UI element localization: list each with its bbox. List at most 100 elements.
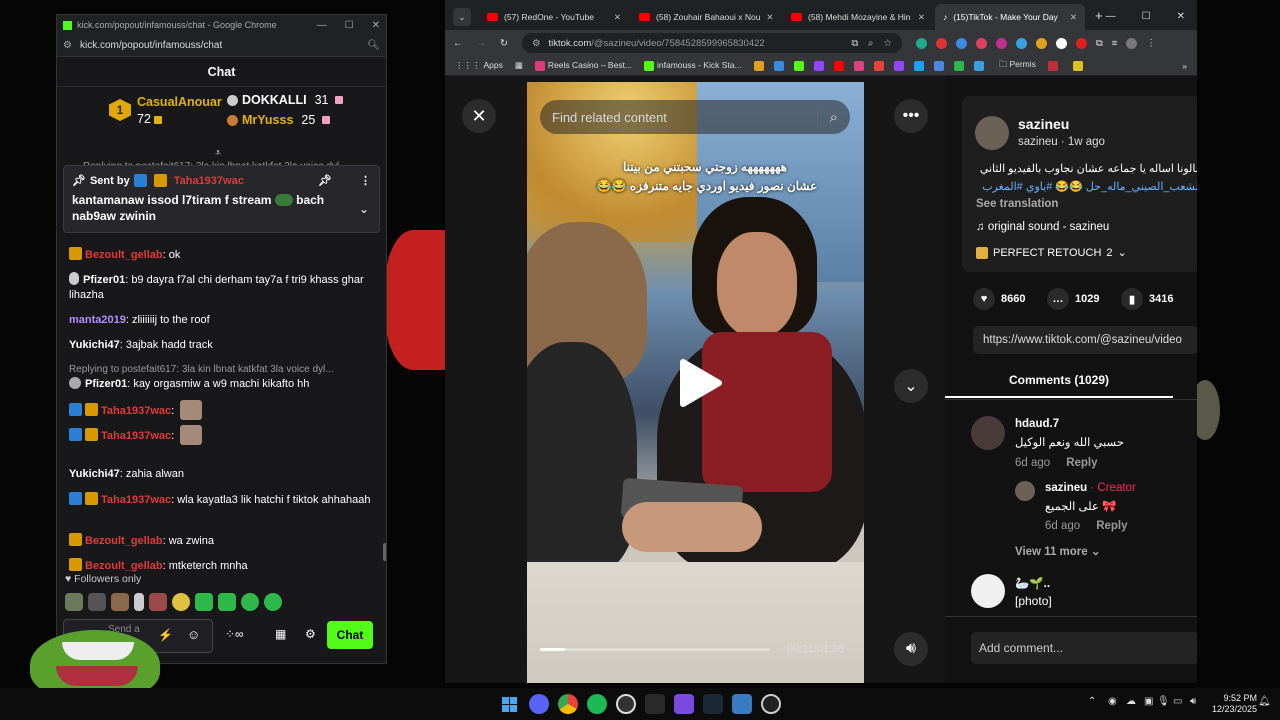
- tab-search-icon[interactable]: ⌄: [453, 8, 471, 26]
- bookmark-icon[interactable]: [853, 60, 864, 71]
- emote-icon[interactable]: [111, 593, 129, 611]
- message-user[interactable]: manta2019: [69, 314, 126, 326]
- chat-message[interactable]: Replying to postefait617: 3la kin lbnat …: [69, 363, 375, 392]
- share-icon[interactable]: ⁘∞: [225, 627, 244, 641]
- close-icon[interactable]: ✕: [372, 20, 380, 31]
- chat-message[interactable]: Yukichi47: 3ajbak hadd track: [69, 338, 375, 353]
- app-icon[interactable]: [761, 694, 781, 714]
- volume-icon[interactable]: 🔊︎: [1190, 696, 1196, 707]
- leader-1-name[interactable]: CasualAnouar: [137, 95, 222, 109]
- extension-icon[interactable]: [1055, 37, 1067, 49]
- chrome-menu-icon[interactable]: ⋮: [1146, 38, 1156, 49]
- emote-icon[interactable]: [88, 593, 106, 611]
- bookmark-icon[interactable]: [753, 60, 764, 71]
- effect-tag[interactable]: PERFECT RETOUCH 2 ⌄: [976, 246, 1127, 259]
- extension-icon[interactable]: [995, 37, 1007, 49]
- chat-message[interactable]: Bezoult_gellab: ok: [69, 247, 375, 263]
- close-tab-icon[interactable]: ✕: [1070, 12, 1077, 23]
- bookmark-kick[interactable]: infamouss - Kick Sta...: [644, 60, 742, 71]
- discord-icon[interactable]: [529, 694, 549, 714]
- settings-icon[interactable]: ⚙: [305, 627, 316, 641]
- message-user[interactable]: Taha1937wac: [101, 430, 171, 442]
- tray-app-icon[interactable]: ▣: [1144, 696, 1153, 707]
- pinned-message[interactable]: 📌︎ Sent by Taha1937wac 📌︎ ⋮ kantamanaw i…: [63, 165, 380, 233]
- spotify-icon[interactable]: [587, 694, 607, 714]
- emote-icon[interactable]: [218, 593, 236, 611]
- comment-avatar[interactable]: [971, 574, 1005, 608]
- bookmark-icon[interactable]: [913, 60, 924, 71]
- message-user[interactable]: Bezoult_gellab: [85, 560, 163, 572]
- chat-message[interactable]: Yukichi47: zahia alwan: [69, 467, 375, 482]
- bookmark-icon[interactable]: [833, 60, 844, 71]
- extension-icon[interactable]: [955, 37, 967, 49]
- address-bar[interactable]: ⚙ tiktok.com/@sazineu/video/758452859996…: [521, 33, 902, 53]
- more-options-button[interactable]: •••: [894, 99, 928, 133]
- unpin-icon[interactable]: 📌︎: [318, 174, 332, 187]
- reload-icon[interactable]: ↻: [500, 38, 508, 49]
- tray-cloud-icon[interactable]: ☁: [1126, 696, 1136, 707]
- search-icon[interactable]: ⌕: [816, 108, 838, 126]
- comment-user[interactable]: hdaud.7: [1015, 418, 1059, 430]
- extension-icon[interactable]: [1035, 37, 1047, 49]
- maximize-icon[interactable]: ☐: [345, 20, 354, 31]
- zoom-icon[interactable]: 🔍︎: [367, 40, 380, 51]
- leader-2-name[interactable]: DOKKALLI: [242, 93, 307, 107]
- back-icon[interactable]: ←: [453, 38, 463, 49]
- bookmark-grid-icon[interactable]: ▦: [515, 60, 523, 71]
- bookmark-icon[interactable]: [873, 60, 884, 71]
- chat-scrollbar[interactable]: [383, 543, 386, 561]
- message-user[interactable]: Yukichi47: [69, 468, 120, 480]
- chat-message[interactable]: Taha1937wac:: [69, 425, 375, 449]
- tray-chevron-icon[interactable]: ⌃: [1088, 696, 1096, 707]
- extension-icon[interactable]: [1015, 37, 1027, 49]
- chat-message[interactable]: manta2019: zliiiiiij to the roof: [69, 313, 375, 328]
- minimize-icon[interactable]: —: [1106, 11, 1116, 22]
- more-bookmarks-icon[interactable]: »: [1182, 61, 1187, 71]
- emote-icon[interactable]: [195, 593, 213, 611]
- emote-icon[interactable]: [149, 593, 167, 611]
- extension-icon[interactable]: [975, 37, 987, 49]
- bookmark-icon[interactable]: [893, 60, 904, 71]
- more-options-icon[interactable]: ⋮: [360, 174, 371, 187]
- emote-icon[interactable]: [241, 593, 259, 611]
- site-info-icon[interactable]: ⚙: [63, 40, 72, 51]
- extension-icon[interactable]: [1075, 37, 1087, 49]
- message-user[interactable]: Pfizer01: [85, 378, 127, 390]
- emote-icon[interactable]: [65, 593, 83, 611]
- bookmark-icon[interactable]: [1072, 60, 1083, 71]
- chat-message[interactable]: Bezoult_gellab: wa zwina: [69, 533, 375, 549]
- store-icon[interactable]: ▦: [275, 627, 286, 641]
- emote-icon[interactable]: [264, 593, 282, 611]
- video-progress-bar[interactable]: [540, 648, 770, 651]
- leader-3-name[interactable]: MrYusss: [242, 113, 293, 127]
- tab-youtube-zouhair[interactable]: (58) Zouhair Bahaoui x Nou ✕: [631, 4, 781, 30]
- chat-message[interactable]: Bezoult_gellab: mtketerch mnha: [69, 558, 375, 574]
- tab-tiktok[interactable]: ♪ (15)TikTok - Make Your Day ✕: [935, 4, 1085, 30]
- obs-icon[interactable]: [616, 694, 636, 714]
- author-avatar[interactable]: [975, 116, 1009, 150]
- forward-icon[interactable]: →: [477, 38, 487, 49]
- app-icon[interactable]: [732, 694, 752, 714]
- play-button[interactable]: [677, 358, 725, 408]
- bookmark-icon[interactable]: [933, 60, 944, 71]
- related-search-input[interactable]: Find related content ⌕: [540, 100, 850, 134]
- zoom-icon[interactable]: ⌕: [868, 38, 873, 49]
- bookmark-icon[interactable]: [813, 60, 824, 71]
- next-video-button[interactable]: ⌄: [894, 369, 928, 403]
- close-icon[interactable]: ✕: [1177, 11, 1185, 22]
- reply-user[interactable]: sazineu: [1045, 482, 1087, 494]
- emote-icon[interactable]: [172, 593, 190, 611]
- bookmark-reels[interactable]: Reels Casino – Best...: [534, 60, 632, 71]
- emoji-icon[interactable]: ☺: [187, 627, 200, 642]
- tab-comments[interactable]: Comments (1029): [945, 364, 1173, 398]
- install-icon[interactable]: ⧉: [851, 38, 858, 49]
- chat-message[interactable]: Pfizer01: b9 dayra f7al chi derham tay7a…: [69, 272, 375, 303]
- comment-user[interactable]: 🦢🌱..: [1015, 576, 1050, 590]
- close-tab-icon[interactable]: ✕: [918, 12, 925, 23]
- volume-button[interactable]: 🔊︎: [894, 632, 928, 666]
- bookmark-star-icon[interactable]: ☆: [883, 38, 892, 49]
- minimize-icon[interactable]: —: [317, 20, 327, 31]
- extension-icon[interactable]: [935, 37, 947, 49]
- expand-pinned-icon[interactable]: ⌄: [359, 202, 369, 216]
- tab-youtube-redone[interactable]: (57) RedOne - YouTube ✕: [479, 4, 629, 30]
